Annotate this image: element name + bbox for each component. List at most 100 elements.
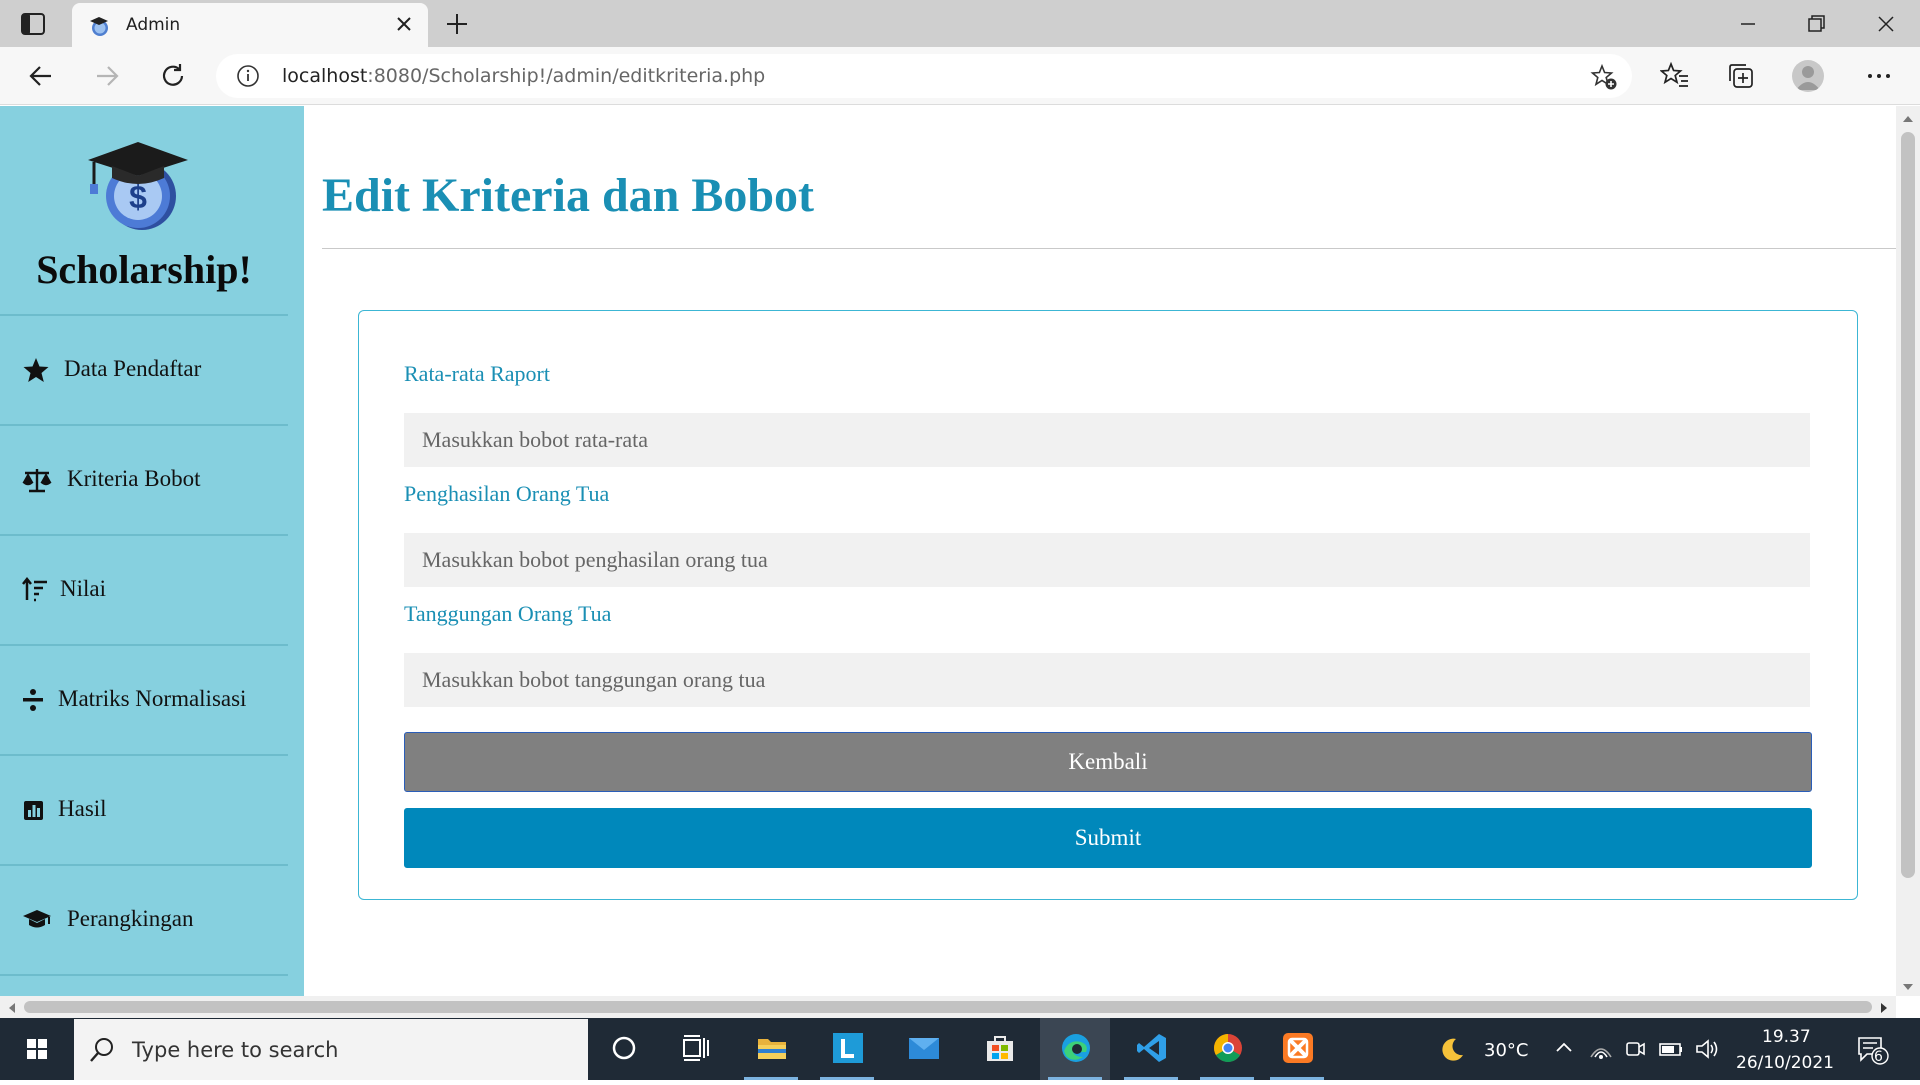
scroll-up-icon[interactable] (1902, 112, 1914, 124)
brand-title: Scholarship! (36, 247, 252, 292)
restore-icon[interactable] (1802, 10, 1830, 38)
favorites-icon[interactable] (1659, 61, 1690, 91)
rata-rata-raport-input[interactable] (404, 413, 1810, 467)
clock-date[interactable]: 26/10/2021 (1736, 1053, 1834, 1073)
sidebar-brand: $ Scholarship! (0, 106, 288, 316)
tanggungan-orang-tua-input[interactable] (404, 653, 1810, 707)
edge-icon (1059, 1031, 1093, 1065)
sidebar-item-kriteria-bobot[interactable]: Kriteria Bobot (0, 426, 288, 536)
scroll-right-icon[interactable] (1878, 1001, 1890, 1013)
minimize-icon[interactable] (1734, 10, 1762, 38)
cortana-icon (607, 1031, 641, 1065)
balance-scale-icon (22, 467, 52, 493)
taskbar-search-placeholder: Type here to search (132, 1038, 339, 1062)
notification-center-icon[interactable] (1856, 1034, 1890, 1066)
new-tab-icon[interactable] (444, 11, 470, 37)
address-field[interactable]: localhost:8080/Scholarship!/admin/editkr… (216, 54, 1632, 98)
folder-icon (755, 1031, 789, 1065)
site-info-icon[interactable] (236, 64, 260, 88)
volume-icon[interactable] (1694, 1036, 1720, 1062)
add-favorite-icon[interactable] (1590, 63, 1618, 91)
sidebar: $ Scholarship! Data Pendaftar Kriteria B… (0, 106, 304, 996)
store-button[interactable] (964, 1018, 1034, 1080)
sidebar-item-label: Nilai (60, 576, 106, 601)
url-text: localhost:8080/Scholarship!/admin/editkr… (282, 65, 765, 87)
task-view-icon (679, 1031, 713, 1065)
notification-count-badge: 6 (1874, 1049, 1883, 1065)
xampp-button[interactable] (1262, 1018, 1332, 1080)
graduation-cap-icon (22, 907, 51, 933)
chevron-up-icon[interactable] (1552, 1036, 1576, 1062)
weather-temperature[interactable]: 30°C (1484, 1040, 1528, 1061)
tab-close-icon[interactable] (394, 14, 414, 34)
horizontal-scrollbar[interactable] (0, 996, 1896, 1018)
xampp-icon (1281, 1031, 1315, 1065)
field-label-penghasilan-orang-tua: Penghasilan Orang Tua (404, 481, 610, 506)
vertical-scroll-thumb[interactable] (1901, 132, 1915, 878)
mail-button[interactable] (888, 1018, 958, 1080)
page-viewport: $ Scholarship! Data Pendaftar Kriteria B… (0, 106, 1920, 1018)
url-host: localhost (282, 65, 368, 87)
scholarship-logo-icon: $ (84, 136, 192, 232)
sidebar-item-label: Kriteria Bobot (67, 466, 201, 491)
sidebar-item-label: Hasil (58, 796, 107, 821)
forward-arrow-icon[interactable] (92, 61, 122, 91)
tab-actions-icon[interactable] (20, 12, 46, 36)
field-label-tanggungan-orang-tua: Tanggungan Orang Tua (404, 601, 612, 626)
windows-taskbar: Type here to search 30°C 19.37 26/10/202… (0, 1018, 1920, 1080)
mail-icon (907, 1031, 941, 1065)
vertical-scrollbar[interactable] (1896, 106, 1920, 996)
submit-button[interactable]: Submit (404, 808, 1812, 868)
penghasilan-orang-tua-input[interactable] (404, 533, 1810, 587)
reload-icon[interactable] (158, 61, 188, 91)
tab-title: Admin (126, 15, 181, 35)
sidebar-item-nilai[interactable]: Nilai (0, 536, 288, 646)
page-title: Edit Kriteria dan Bobot (322, 169, 815, 222)
collections-icon[interactable] (1726, 61, 1756, 91)
sidebar-item-label: Matriks Normalisasi (58, 686, 247, 711)
sort-amount-icon (22, 576, 50, 603)
sidebar-item-matriks-normalisasi[interactable]: Matriks Normalisasi (0, 646, 288, 756)
star-icon (22, 357, 50, 383)
vscode-button[interactable] (1116, 1018, 1186, 1080)
field-label-rata-rata-raport: Rata-rata Raport (404, 361, 550, 386)
more-options-icon[interactable] (1864, 61, 1894, 91)
url-path: :8080/Scholarship!/admin/editkriteria.ph… (367, 65, 766, 87)
horizontal-scroll-thumb[interactable] (24, 1001, 1872, 1013)
browser-tab-bar: Admin (0, 0, 1920, 47)
back-arrow-icon[interactable] (26, 61, 56, 91)
title-divider (322, 248, 1896, 249)
sidebar-item-label: Perangkingan (67, 906, 194, 931)
taskbar-search-box[interactable]: Type here to search (74, 1019, 588, 1080)
sidebar-item-hasil[interactable]: Hasil (0, 756, 288, 866)
bar-chart-icon (22, 797, 50, 823)
cortana-button[interactable] (588, 1018, 658, 1080)
chrome-icon (1211, 1031, 1245, 1065)
browser-tab-active[interactable]: Admin (72, 3, 428, 47)
sidebar-item-data-pendaftar[interactable]: Data Pendaftar (0, 316, 288, 426)
scroll-left-icon[interactable] (6, 1001, 18, 1013)
task-view-button[interactable] (660, 1018, 730, 1080)
battery-icon[interactable] (1658, 1036, 1684, 1062)
edit-criteria-form: Rata-rata Raport Penghasilan Orang Tua T… (358, 310, 1858, 900)
l-app-button[interactable] (812, 1018, 882, 1080)
store-icon (983, 1031, 1017, 1065)
edge-button[interactable] (1040, 1018, 1110, 1080)
divide-icon (22, 687, 50, 713)
meet-now-icon[interactable] (1624, 1036, 1646, 1062)
file-explorer-button[interactable] (736, 1018, 806, 1080)
kembali-button[interactable]: Kembali (404, 732, 1812, 792)
l-app-icon (831, 1031, 865, 1065)
sidebar-item-label: Data Pendaftar (64, 356, 202, 381)
profile-avatar-icon[interactable] (1792, 60, 1824, 92)
scholarship-favicon-icon (88, 15, 110, 37)
scroll-down-icon[interactable] (1902, 980, 1914, 992)
clock-time[interactable]: 19.37 (1762, 1027, 1811, 1047)
chrome-button[interactable] (1192, 1018, 1262, 1080)
address-toolbar: localhost:8080/Scholarship!/admin/editkr… (0, 47, 1920, 105)
close-window-icon[interactable] (1872, 10, 1900, 38)
weather-moon-icon[interactable] (1438, 1036, 1466, 1062)
windows-start-icon[interactable] (8, 1018, 66, 1080)
sidebar-item-perangkingan[interactable]: Perangkingan (0, 866, 288, 976)
network-icon[interactable] (1588, 1036, 1614, 1062)
